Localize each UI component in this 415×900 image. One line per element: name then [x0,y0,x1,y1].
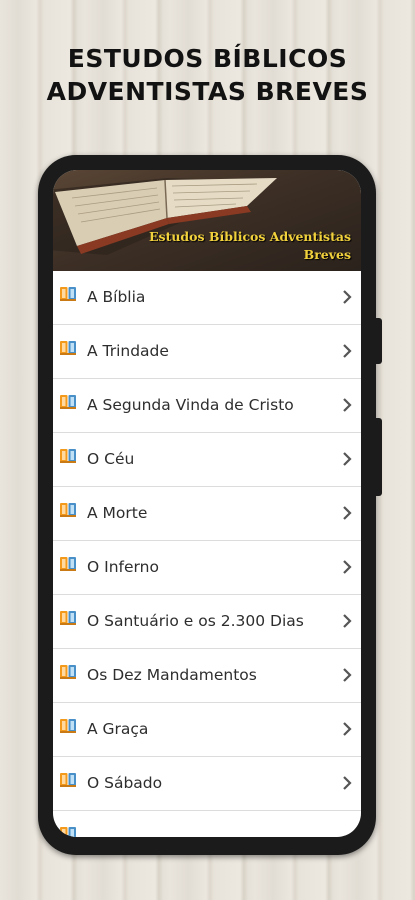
list-item[interactable]: O Inferno [53,541,361,595]
bible-book-icon [59,609,77,627]
list-item-label: A Morte [87,504,148,522]
list-item[interactable]: A Bíblia [53,271,361,325]
list-item[interactable]: A Trindade [53,325,361,379]
bible-book-icon [59,663,77,681]
bible-book-icon [59,771,77,789]
chevron-right-icon [341,397,353,413]
chevron-right-icon [341,667,353,683]
chevron-right-icon [341,559,353,575]
promo-headline-line1: ESTUDOS BÍBLICOS [67,44,348,73]
list-item-label: A Graça [87,720,149,738]
chevron-right-icon [341,289,353,305]
list-item[interactable]: O Céu [53,433,361,487]
chevron-right-icon [341,451,353,467]
list-item[interactable]: O Sábado [53,757,361,811]
bible-book-icon [59,339,77,357]
list-item[interactable]: A Morte [53,487,361,541]
phone-side-button [376,418,382,496]
chevron-right-icon [341,721,353,737]
list-item-label: A Segunda Vinda de Cristo [87,396,294,414]
list-item[interactable] [53,811,361,837]
phone-screen: Estudos Bíblicos Adventistas Breves A Bí… [53,170,361,837]
app-title: Estudos Bíblicos Adventistas Breves [149,228,351,264]
phone-side-button [376,318,382,364]
list-item[interactable]: Os Dez Mandamentos [53,649,361,703]
list-item-label: O Céu [87,450,135,468]
chevron-right-icon [341,775,353,791]
bible-book-icon [59,555,77,573]
chevron-right-icon [341,343,353,359]
app-title-line1: Estudos Bíblicos Adventistas [149,229,351,244]
bible-book-icon [59,501,77,519]
bible-book-icon [59,717,77,735]
bible-book-icon [59,285,77,303]
list-item[interactable]: A Segunda Vinda de Cristo [53,379,361,433]
app-header-banner: Estudos Bíblicos Adventistas Breves [53,170,361,271]
bible-book-icon [59,825,77,837]
chevron-right-icon [341,613,353,629]
bible-book-icon [59,447,77,465]
study-list: A Bíblia A Trindade A Segunda Vinda de Cri… [53,271,361,837]
list-item[interactable]: O Santuário e os 2.300 Dias [53,595,361,649]
list-item-label: O Santuário e os 2.300 Dias [87,612,304,630]
list-item[interactable]: A Graça [53,703,361,757]
promo-headline-line2: ADVENTISTAS BREVES [46,77,369,106]
list-item-label: O Sábado [87,774,163,792]
app-title-line2: Breves [303,247,351,262]
list-item-label: O Inferno [87,558,159,576]
list-item-label: A Trindade [87,342,169,360]
list-item-label: A Bíblia [87,288,146,306]
list-item-label: Os Dez Mandamentos [87,666,257,684]
bible-book-icon [59,393,77,411]
chevron-right-icon [341,505,353,521]
promo-headline: ESTUDOS BÍBLICOS ADVENTISTAS BREVES [0,42,415,108]
